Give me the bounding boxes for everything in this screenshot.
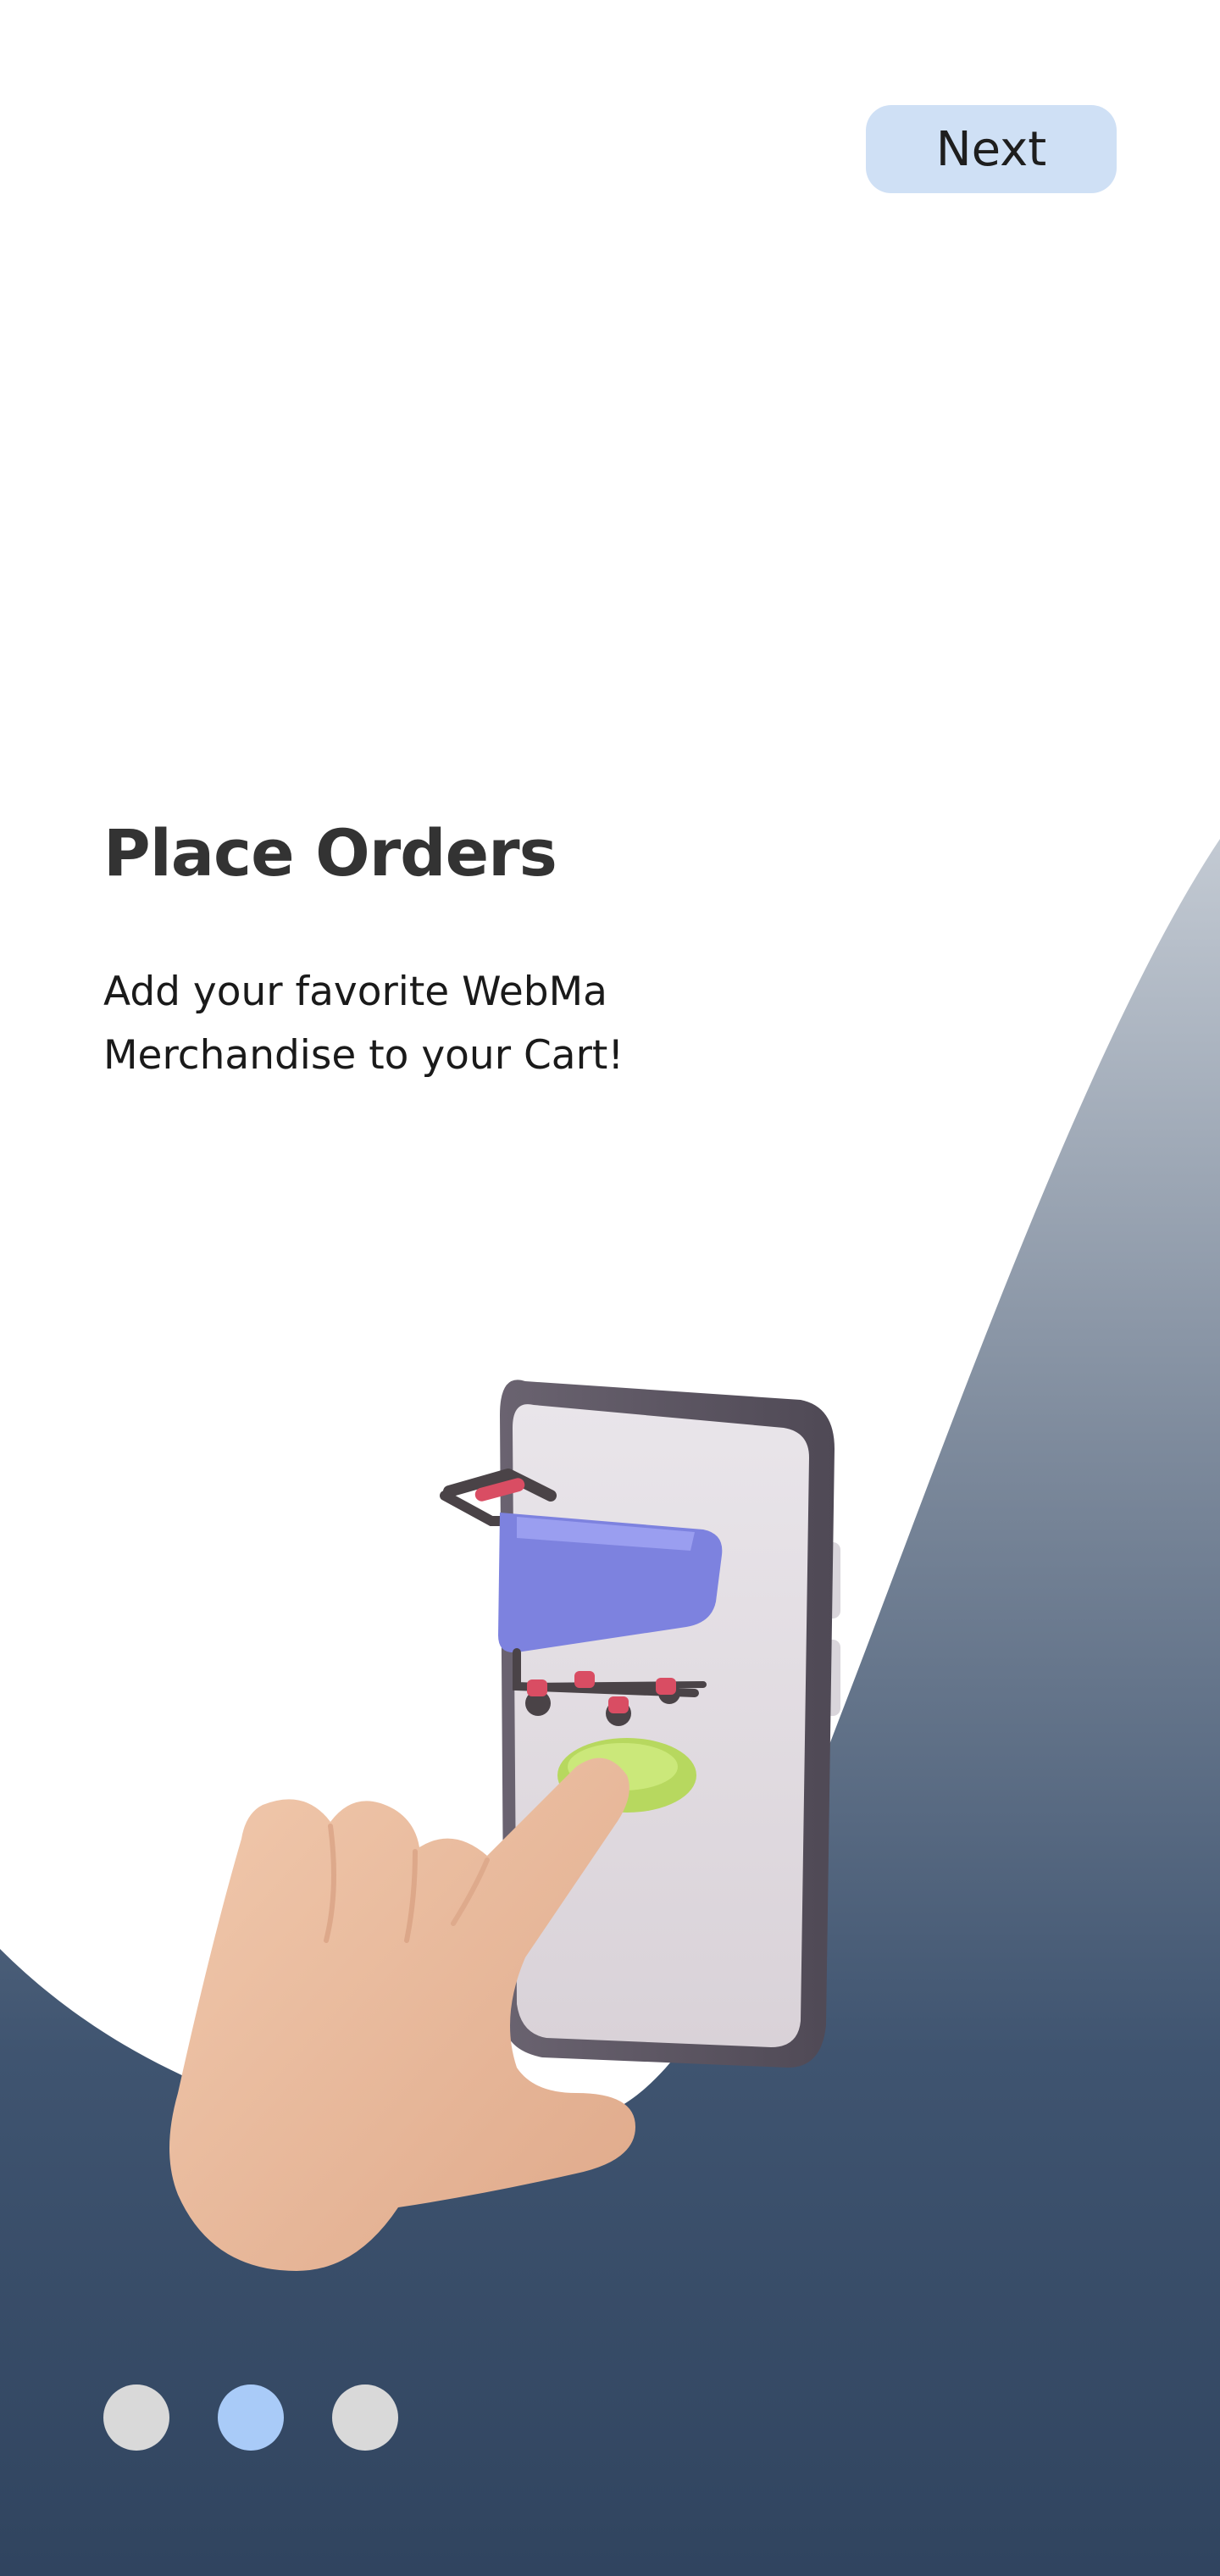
page-dot-3[interactable] — [332, 2384, 398, 2451]
page-title: Place Orders — [103, 815, 557, 891]
page-subtitle: Add your favorite WebMa Merchandise to y… — [103, 969, 624, 1079]
next-button[interactable]: Next — [866, 105, 1117, 193]
hand-tapping-phone-cart-icon — [169, 1380, 840, 2271]
page-dot-2-active[interactable] — [218, 2384, 284, 2451]
page-indicator — [103, 2384, 398, 2451]
page-dot-1[interactable] — [103, 2384, 169, 2451]
onboarding-screen: Next Place Orders Add your favorite WebM… — [0, 0, 1220, 2576]
